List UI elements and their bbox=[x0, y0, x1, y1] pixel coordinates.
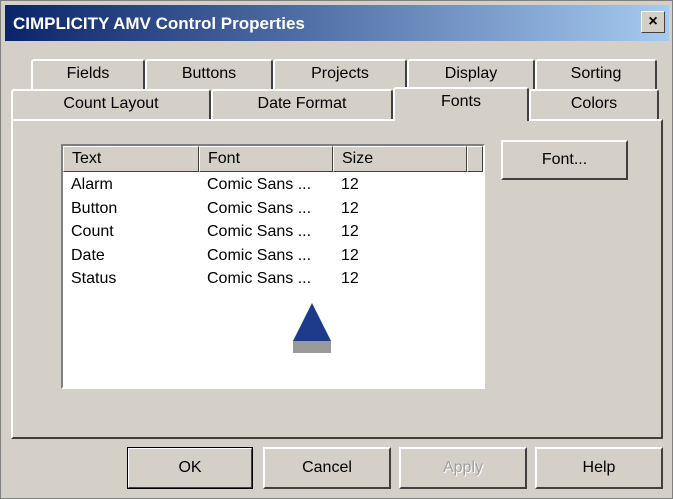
list-item[interactable]: Date Comic Sans ... 12 bbox=[71, 247, 471, 271]
row-size: 12 bbox=[341, 270, 359, 287]
tab-buttons[interactable]: Buttons bbox=[145, 59, 273, 89]
cancel-button[interactable]: Cancel bbox=[263, 447, 391, 489]
pointer-arrow-icon bbox=[292, 303, 332, 359]
column-header-text[interactable]: Text bbox=[63, 146, 199, 172]
help-button[interactable]: Help bbox=[535, 447, 663, 489]
close-icon: × bbox=[648, 13, 658, 30]
column-header-filler bbox=[467, 146, 483, 172]
row-font: Comic Sans ... bbox=[207, 199, 312, 217]
properties-dialog: CIMPLICITY AMV Control Properties × Fiel… bbox=[0, 0, 673, 499]
row-text: Button bbox=[71, 199, 118, 217]
close-button[interactable]: × bbox=[641, 11, 665, 33]
font-button[interactable]: Font... bbox=[501, 140, 628, 180]
column-header-size[interactable]: Size bbox=[333, 146, 467, 172]
row-font: Comic Sans ... bbox=[207, 223, 312, 240]
row-text: Count bbox=[71, 223, 114, 240]
list-header: Text Font Size bbox=[63, 146, 483, 172]
tab-date-format[interactable]: Date Format bbox=[211, 89, 393, 119]
row-font: Comic Sans ... bbox=[207, 176, 312, 193]
column-header-font[interactable]: Font bbox=[199, 146, 333, 172]
list-item[interactable]: Button Comic Sans ... 12 bbox=[71, 200, 471, 224]
tab-projects[interactable]: Projects bbox=[273, 59, 407, 89]
list-rows: Alarm Comic Sans ... 12 Button Comic San… bbox=[71, 176, 471, 294]
ok-button[interactable]: OK bbox=[127, 447, 253, 489]
row-text: Status bbox=[71, 270, 117, 287]
window-title: CIMPLICITY AMV Control Properties bbox=[13, 14, 305, 33]
tab-colors[interactable]: Colors bbox=[529, 89, 659, 119]
row-font: Comic Sans ... bbox=[207, 270, 312, 287]
row-size: 12 bbox=[341, 223, 359, 240]
tab-fields[interactable]: Fields bbox=[31, 59, 145, 89]
tab-fonts[interactable]: Fonts bbox=[393, 87, 529, 121]
tab-count-layout[interactable]: Count Layout bbox=[11, 89, 211, 119]
title-bar[interactable]: CIMPLICITY AMV Control Properties × bbox=[5, 5, 669, 41]
row-size: 12 bbox=[341, 176, 359, 193]
row-size: 12 bbox=[341, 246, 359, 264]
list-item[interactable]: Alarm Comic Sans ... 12 bbox=[71, 176, 471, 200]
font-list[interactable]: Text Font Size Alarm Comic Sans ... 12 B… bbox=[61, 144, 485, 389]
list-item[interactable]: Count Comic Sans ... 12 bbox=[71, 223, 471, 247]
list-item[interactable]: Status Comic Sans ... 12 bbox=[71, 270, 471, 294]
tab-display[interactable]: Display bbox=[407, 59, 535, 89]
row-size: 12 bbox=[341, 199, 359, 217]
apply-button[interactable]: Apply bbox=[399, 447, 527, 489]
row-text: Alarm bbox=[71, 176, 113, 193]
tab-sorting[interactable]: Sorting bbox=[535, 59, 657, 89]
row-text: Date bbox=[71, 246, 105, 264]
row-font: Comic Sans ... bbox=[207, 246, 312, 264]
